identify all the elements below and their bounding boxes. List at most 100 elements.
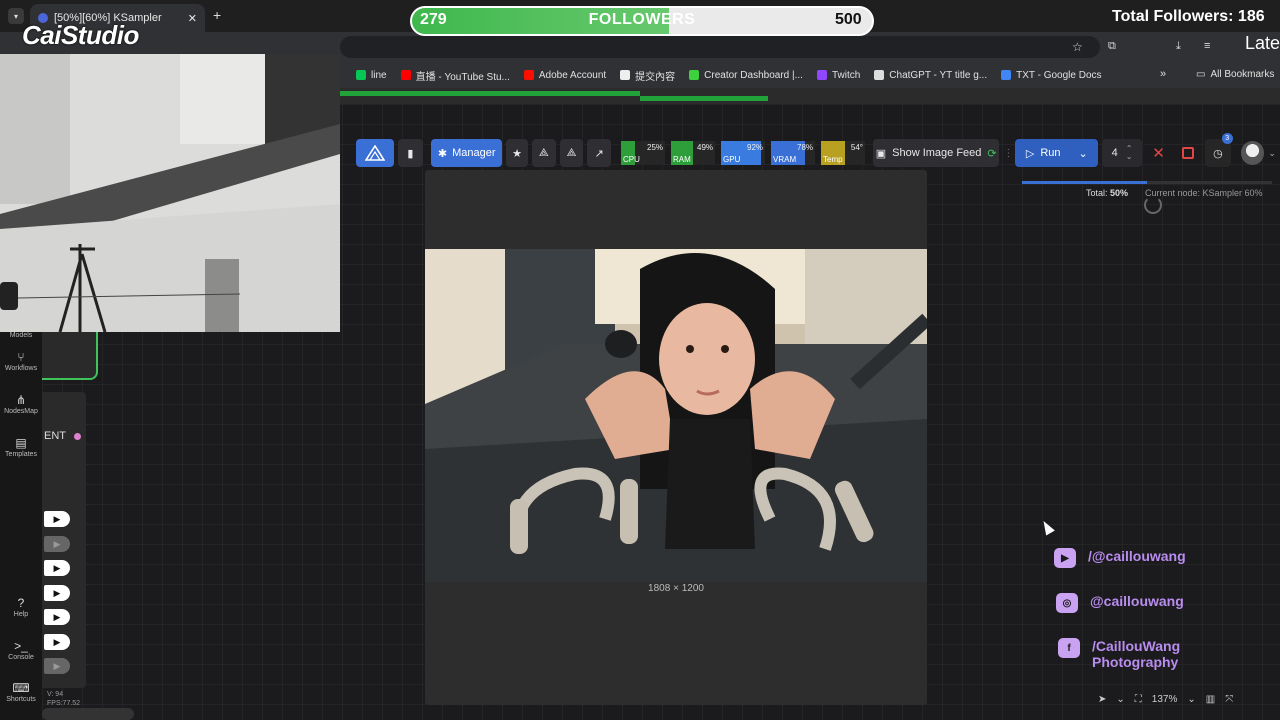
sidebar-item-workflows[interactable]: ⑂ Workflows [0, 350, 42, 372]
node-button-1[interactable]: ⟁ [531, 139, 556, 167]
menu-icon[interactable]: ≡ [1204, 40, 1210, 52]
batch-count-stepper[interactable]: 4 ⌃ ⌄ [1102, 139, 1142, 167]
select-tool-icon[interactable]: ➤ [1098, 694, 1106, 705]
brand-logo: CaiStudio [22, 20, 139, 50]
total-followers: Total Followers: 186 [1112, 8, 1265, 25]
bookmark-item[interactable]: Twitch [816, 70, 860, 81]
cancel-button[interactable]: ✕ [1146, 139, 1172, 167]
show-image-feed-button[interactable]: ▣ Show Image Feed ⟳ [873, 139, 1000, 167]
run-button[interactable]: ▷ Run ⌄ [1015, 139, 1099, 167]
more-bookmarks-button[interactable]: » [1160, 68, 1166, 80]
current-node-text: Current node: KSampler 60% [1145, 188, 1263, 198]
metric-percent: 25% [647, 143, 664, 152]
bookmark-label: Adobe Account [538, 69, 607, 81]
queue-history-button[interactable]: ◷ 3 [1205, 133, 1233, 167]
bookmark-item[interactable]: Adobe Account [523, 69, 607, 81]
metric-vram: VRAM 78% [771, 141, 816, 165]
sidebar-item-templates[interactable]: ▤ Templates [0, 436, 42, 458]
show-image-feed-label: Show Image Feed [892, 147, 982, 159]
close-tab-icon[interactable]: ✕ [188, 12, 197, 25]
run-label: Run [1040, 147, 1061, 159]
node-play-button[interactable]: ▶ [44, 585, 70, 601]
node-button-2[interactable]: ⟁ [559, 139, 584, 167]
bookmark-label: Creator Dashboard |... [704, 69, 803, 81]
node-output-socket[interactable] [74, 433, 81, 440]
user-avatar[interactable] [1240, 141, 1265, 165]
fit-view-icon[interactable]: ⛶ [1135, 694, 1142, 705]
bookmark-star-icon[interactable]: ☆ [1072, 40, 1083, 54]
chevron-down-icon[interactable]: ⌄ [1079, 147, 1088, 160]
node-play-button[interactable]: ▶ [44, 560, 70, 576]
minimap-icon[interactable]: ▥ [1206, 694, 1215, 705]
node-play-button[interactable]: ▶ [44, 609, 70, 625]
folder-icon: ▭ [1196, 69, 1206, 80]
manager-button[interactable]: ✱ Manager [431, 139, 503, 167]
render-stats: V: 94 FPS:77.52 [47, 690, 80, 708]
shortcuts-icon: ⌨ [12, 681, 30, 695]
extensions-icon[interactable]: ⧉ [1108, 40, 1116, 53]
bookmark-label: TXT - Google Docs [1016, 69, 1102, 81]
link-visibility-icon[interactable]: ⤧ [1225, 694, 1233, 705]
download-icon[interactable]: ⤓ [1176, 40, 1181, 53]
node-play-button[interactable]: ▶ [44, 536, 70, 552]
horizontal-scrollbar[interactable] [42, 708, 134, 720]
sidebar-item-models[interactable]: Models [0, 332, 42, 339]
sidebar [0, 330, 42, 720]
new-tab-button[interactable]: + [213, 7, 221, 23]
youtube-icon: ▶ [1054, 548, 1076, 568]
canvas-controls: ➤ ⌄ ⛶ 137% ⌄ ▥ ⤧ [1090, 686, 1272, 712]
total-progress-text: Total: 50% [1086, 188, 1128, 198]
follower-goal-title: FOLLOWERS [588, 11, 696, 28]
zoom-chevron-icon[interactable]: ⌄ [1187, 694, 1195, 705]
stop-icon [1182, 147, 1195, 159]
drag-handle-icon[interactable]: ⋮ [1003, 148, 1013, 159]
sidebar-item-help[interactable]: ? Help [0, 596, 42, 618]
node-play-button[interactable]: ▶ [44, 634, 70, 650]
node-play-button[interactable]: ▶ [44, 511, 70, 527]
sidebar-item-shortcuts[interactable]: ⌨ Shortcuts [0, 681, 42, 703]
help-icon: ? [17, 596, 25, 610]
facebook-icon: f [1058, 638, 1080, 658]
node-play-button[interactable]: ▶ [44, 658, 70, 674]
page-progress-fill-secondary [640, 96, 768, 101]
all-bookmarks-label: All Bookmarks [1210, 69, 1275, 80]
sidebar-item-console[interactable]: >_ Console [0, 639, 42, 661]
bookmark-item[interactable]: 提交內容 [620, 68, 675, 83]
instagram-icon: ◎ [1056, 593, 1078, 613]
bookmark-favicon-icon [620, 70, 631, 80]
metric-percent: 54° [850, 143, 864, 152]
history-icon: ◷ [1213, 147, 1223, 160]
metric-gpu: GPU 92% [721, 141, 766, 165]
bookmark-item[interactable]: line [356, 70, 387, 81]
sidebar-item-nodesmap[interactable]: ⋔ NodesMap [0, 393, 42, 415]
node-card-selected[interactable] [42, 332, 98, 380]
bookmark-item[interactable]: ChatGPT - YT title g... [874, 70, 987, 81]
bookmark-favicon-icon [400, 70, 411, 80]
social-link: ▶ /@caillouwang [1054, 548, 1186, 568]
preview-image[interactable] [425, 249, 927, 582]
puzzle-icon: ✱ [437, 147, 448, 160]
bookmark-item[interactable]: 直播 - YouTube Stu... [400, 68, 510, 83]
stats-line-1: V: 94 [47, 691, 64, 698]
workflows-icon: ⑂ [17, 350, 25, 364]
star-button[interactable]: ★ [506, 139, 528, 167]
bookmark-button[interactable]: ▮ [397, 139, 424, 167]
avatar-chevron-icon[interactable]: ⌄ [1268, 148, 1276, 159]
comfy-logo-button[interactable] [356, 139, 394, 167]
social-link: ◎ @caillouwang [1056, 593, 1184, 613]
page-progress-fill [340, 91, 640, 96]
sidebar-item-label: Workflows [4, 365, 38, 372]
stop-button[interactable] [1175, 139, 1201, 167]
address-bar[interactable] [340, 36, 1100, 58]
total-progress-fill [1022, 181, 1147, 184]
share-button[interactable]: ↗ [587, 139, 612, 167]
social-handle: /@caillouwang [1088, 548, 1186, 564]
bookmark-label: 提交內容 [635, 71, 676, 83]
bookmark-item[interactable]: Creator Dashboard |... [689, 70, 803, 81]
all-bookmarks-button[interactable]: ▭ All Bookmarks [1196, 69, 1274, 80]
bookmark-item[interactable]: TXT - Google Docs [1001, 69, 1102, 81]
tool-chevron-icon[interactable]: ⌄ [1116, 694, 1124, 705]
stepper-arrows-icon[interactable]: ⌃ ⌄ [1126, 145, 1133, 161]
zoom-level[interactable]: 137% [1152, 694, 1178, 705]
bookmark-label: line [371, 69, 387, 81]
